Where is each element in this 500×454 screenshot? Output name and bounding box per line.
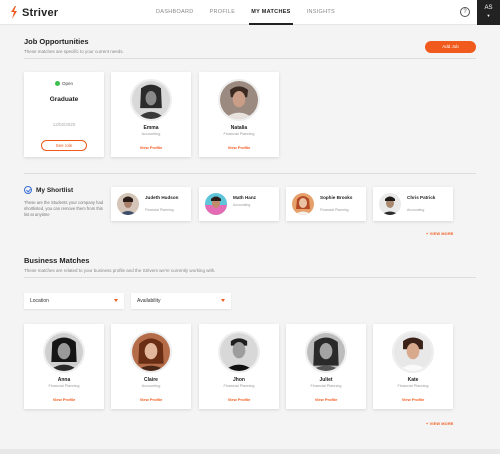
shortlist-role: Accounting [407,208,425,212]
candidate-name: Kate [407,377,419,383]
candidate-name: Natalia [230,125,248,131]
view-profile-link[interactable]: View Profile [373,397,453,402]
shortlist-title: My Shortlist [36,186,74,194]
location-filter-label: Location [30,298,49,304]
candidate-card[interactable]: Kate Financial Planning View Profile [373,324,453,409]
section-divider [24,58,476,59]
view-profile-link[interactable]: View Profile [24,397,104,402]
candidate-role: Financial Planning [48,384,80,388]
page-footer [0,449,500,454]
candidate-card[interactable]: Claire Accounting View Profile [111,324,191,409]
candidate-card[interactable]: Emma Accounting View Profile [111,72,191,157]
shortlist-role: Accounting [233,203,251,207]
candidate-card[interactable]: Natalia Financial Planning View Profile [199,72,279,157]
user-initials: AS [484,5,493,11]
candidate-name: Claire [144,377,158,383]
business-view-more-link[interactable]: + VIEW MORE [426,422,454,426]
view-profile-link[interactable]: View Profile [199,397,279,402]
avatar [305,331,347,373]
shortlist-card[interactable]: Judeth Hudson Financial Planning [111,187,191,221]
candidate-card[interactable]: Jhon Financial Planning View Profile [199,324,279,409]
candidate-name: Anna [57,377,71,383]
shortlist-view-more-link[interactable]: + VIEW MORE [426,232,454,236]
job-title: Graduate [49,96,79,103]
job-date: 12/02/2020 [52,122,76,127]
shortlist-name: Math Hanz [233,195,256,200]
nav-my-matches[interactable]: MY MATCHES [243,0,298,25]
job-card[interactable]: Open Graduate 12/02/2020 See role [24,72,104,157]
candidate-role: Financial Planning [397,384,429,388]
striver-logo-icon [11,6,17,19]
section-divider [24,173,476,174]
avatar [130,331,172,373]
avatar [218,79,260,121]
section-divider [24,277,476,278]
main-nav: DASHBOARD PROFILE MY MATCHES INSIGHTS [148,0,343,25]
candidate-card[interactable]: Anna Financial Planning View Profile [24,324,104,409]
job-status-label: Open [61,81,73,86]
candidate-role: Financial Planning [223,132,255,136]
job-opportunities-subtitle: These matches are specific to your curre… [24,49,124,54]
avatar [43,331,85,373]
shortlist-card[interactable]: Chris Patrick Accounting [373,187,453,221]
avatar [379,193,401,215]
shortlist-name: Sophie Brooks [320,195,353,200]
view-profile-link[interactable]: View Profile [199,145,279,150]
business-matches-title: Business Matches [24,256,90,265]
check-circle-icon [24,186,32,194]
status-dot-icon [54,81,60,87]
candidate-role: Accounting [141,384,161,388]
shortlist-description: These are the Students your company had … [24,200,104,217]
brand-logo[interactable]: Striver [10,6,58,19]
question-icon[interactable]: ? [460,7,470,17]
shortlist-role: Financial Planning [145,208,174,212]
job-opportunities-title: Job Opportunities [24,37,89,46]
availability-filter[interactable]: Availability [131,293,231,309]
nav-profile[interactable]: PROFILE [202,0,244,25]
shortlist-name: Judeth Hudson [145,195,179,200]
candidate-role: Accounting [141,132,161,136]
avatar [392,331,434,373]
location-filter[interactable]: Location [24,293,124,309]
nav-dashboard[interactable]: DASHBOARD [148,0,202,25]
chevron-down-icon [114,299,118,302]
view-profile-link[interactable]: View Profile [286,397,366,402]
add-job-button[interactable]: Add Job [425,41,476,53]
business-matches-subtitle: These matches are related to your busine… [24,268,216,273]
candidate-name: Emma [143,125,159,131]
chevron-down-icon [221,299,225,302]
candidate-name: Juliet [319,377,333,383]
chevron-down-icon: ▼ [486,13,491,18]
avatar [117,193,139,215]
view-profile-link[interactable]: View Profile [111,397,191,402]
nav-insights[interactable]: INSIGHTS [299,0,343,25]
see-role-button[interactable]: See role [41,140,87,151]
user-menu[interactable]: AS ▼ [477,0,500,25]
avatar [292,193,314,215]
candidate-name: Jhon [233,377,245,383]
job-status: Open [24,81,104,87]
candidate-card[interactable]: Juliet Financial Planning View Profile [286,324,366,409]
shortlist-role: Financial Planning [320,208,349,212]
avatar [205,193,227,215]
shortlist-card[interactable]: Math Hanz Accounting [199,187,279,221]
shortlist-header: My Shortlist [24,186,73,194]
shortlist-name: Chris Patrick [407,195,436,200]
availability-filter-label: Availability [137,298,161,304]
shortlist-card[interactable]: Sophie Brooks Financial Planning [286,187,366,221]
candidate-role: Financial Planning [223,384,255,388]
avatar [218,331,260,373]
brand-name: Striver [22,6,59,19]
view-profile-link[interactable]: View Profile [111,145,191,150]
candidate-role: Financial Planning [310,384,342,388]
avatar [130,79,172,121]
top-navigation-bar: Striver DASHBOARD PROFILE MY MATCHES INS… [0,0,500,25]
